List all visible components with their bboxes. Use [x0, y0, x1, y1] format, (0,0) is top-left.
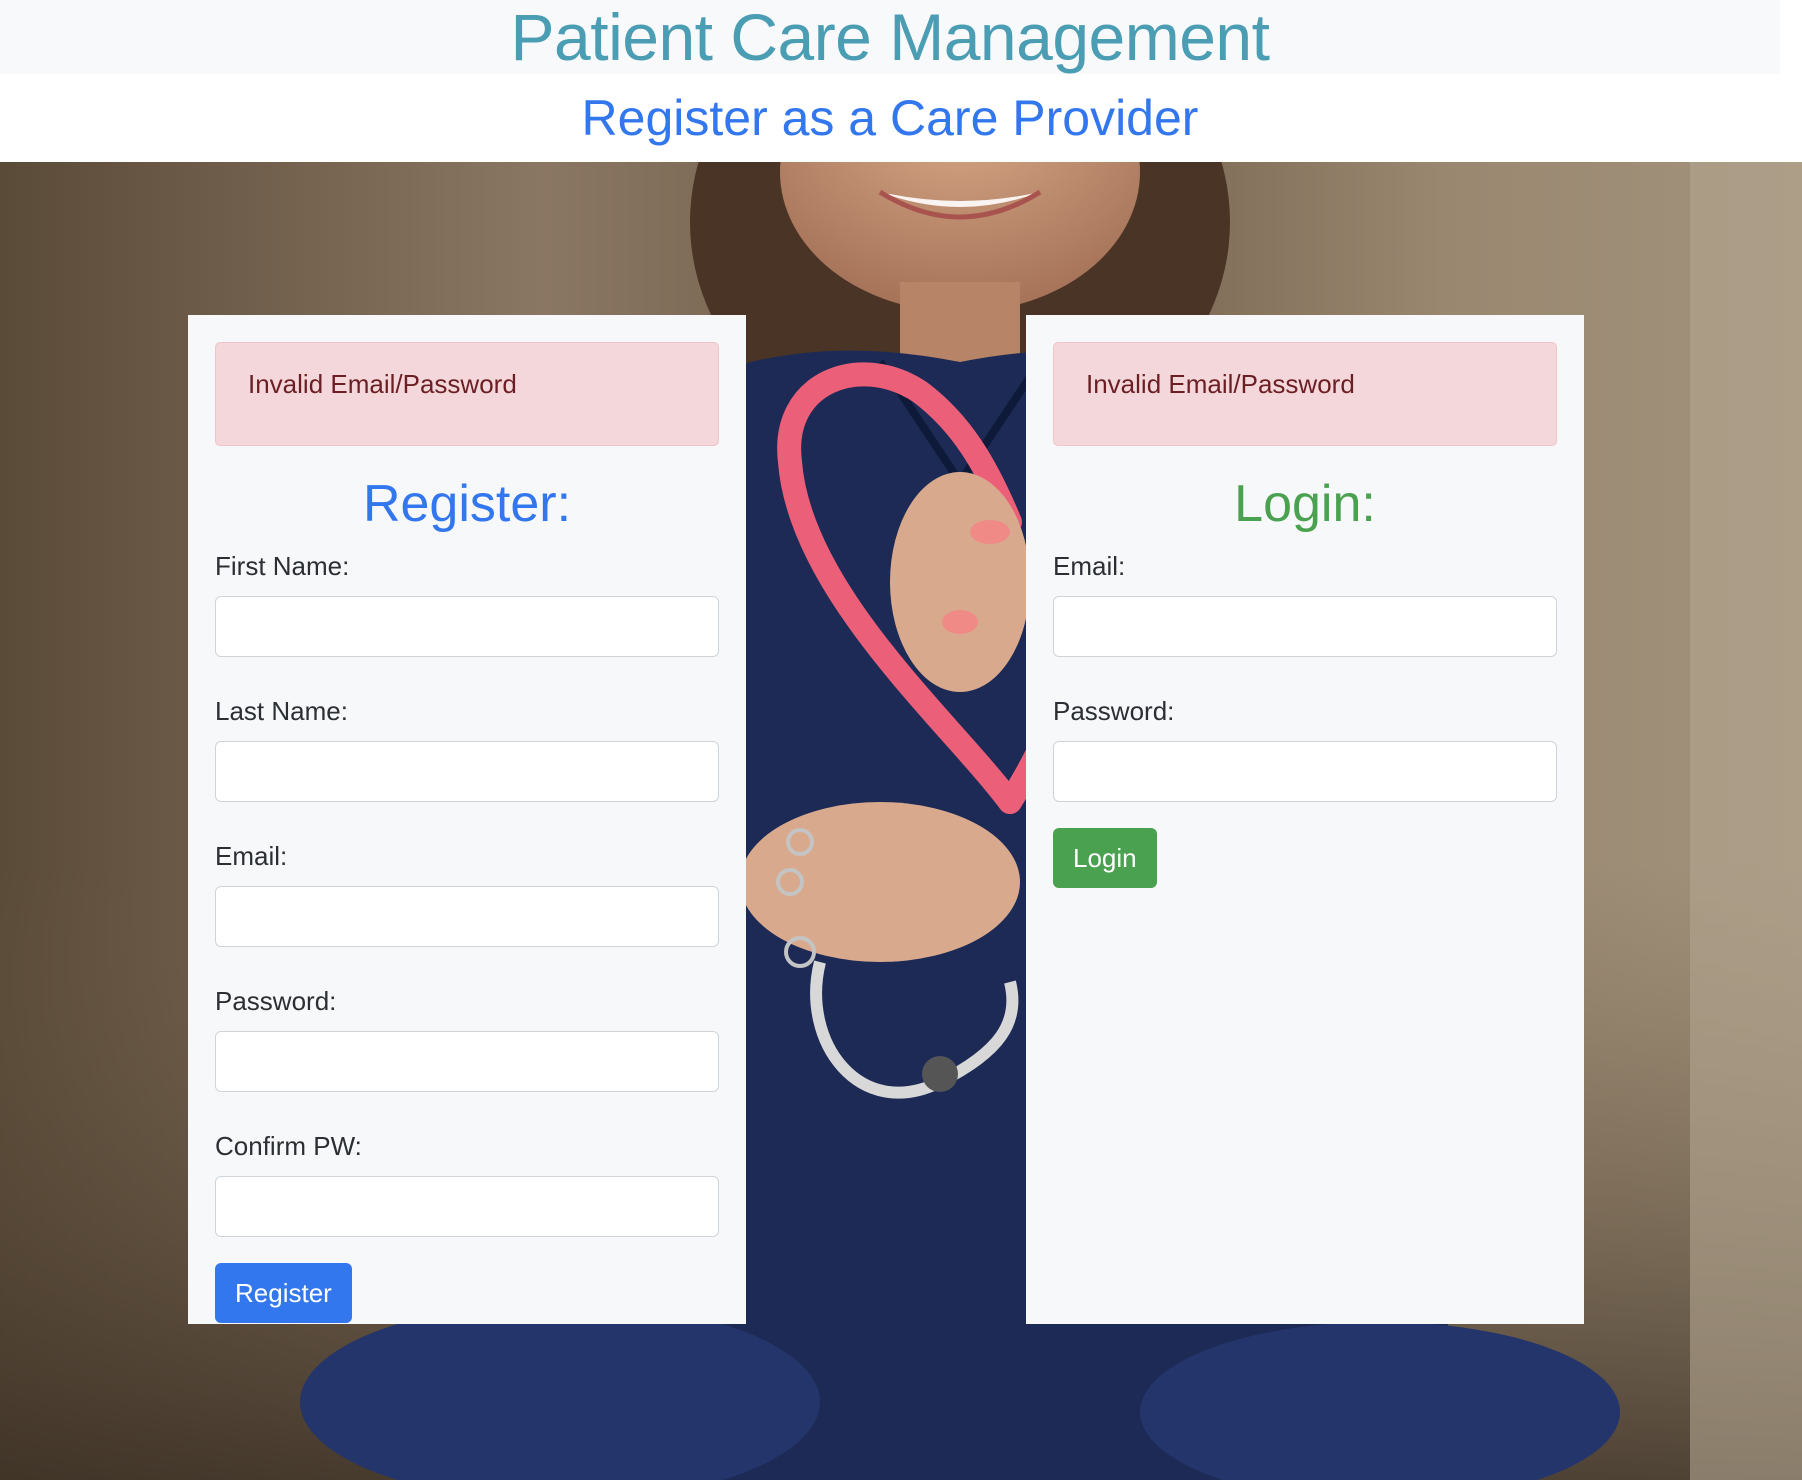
register-error-alert: Invalid Email/Password	[215, 342, 719, 446]
login-email-field[interactable]	[1053, 596, 1557, 657]
first-name-field[interactable]	[215, 596, 719, 657]
register-button[interactable]: Register	[215, 1263, 352, 1323]
login-heading: Login:	[1234, 475, 1376, 533]
register-password-field[interactable]	[215, 1031, 719, 1092]
login-password-label: Password:	[1053, 696, 1175, 726]
confirm-password-label: Confirm PW:	[215, 1131, 362, 1161]
login-error-alert: Invalid Email/Password	[1053, 342, 1557, 446]
register-email-label: Email:	[215, 841, 288, 871]
register-password-label: Password:	[215, 986, 337, 1016]
last-name-label: Last Name:	[215, 696, 348, 726]
login-card: Invalid Email/Password Login: Email: Pas…	[1026, 315, 1584, 1324]
page: Patient Care Management Register as a Ca…	[0, 0, 1802, 1480]
login-button[interactable]: Login	[1053, 828, 1157, 888]
subheader: Register as a Care Provider	[0, 74, 1780, 162]
register-card: Invalid Email/Password Register: First N…	[188, 315, 746, 1324]
confirm-password-field[interactable]	[215, 1176, 719, 1237]
app-header: Patient Care Management	[0, 0, 1780, 74]
last-name-field[interactable]	[215, 741, 719, 802]
first-name-label: First Name:	[215, 551, 350, 581]
login-email-label: Email:	[1053, 551, 1126, 581]
register-email-field[interactable]	[215, 886, 719, 947]
register-heading: Register:	[362, 475, 572, 533]
page-subtitle: Register as a Care Provider	[581, 90, 1199, 146]
login-password-field[interactable]	[1053, 741, 1557, 802]
app-title: Patient Care Management	[510, 0, 1270, 74]
